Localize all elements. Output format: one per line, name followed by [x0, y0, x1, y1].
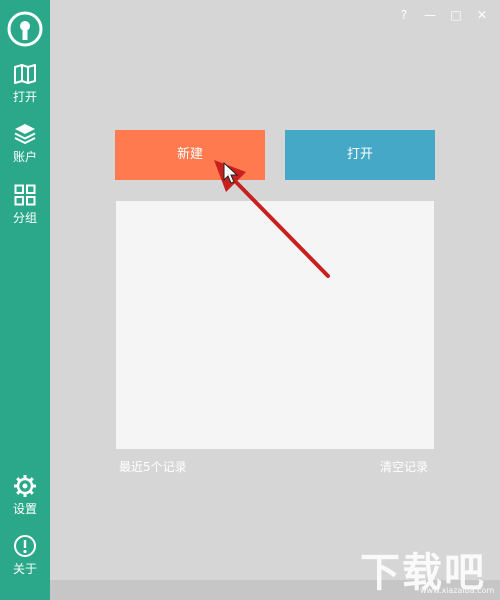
sidebar-item-open[interactable]: 打开: [0, 62, 50, 112]
help-button[interactable]: ?: [396, 6, 412, 24]
main-content: 新建 打开 最近5个记录 清空记录: [50, 30, 500, 580]
sidebar-item-settings[interactable]: 设置: [0, 474, 50, 524]
title-bar: ? — □ ✕: [50, 0, 500, 30]
recent-records-list[interactable]: [116, 201, 434, 449]
app-window: 打开 账户 分组 设置 关于 ? — □ ✕ 新建 打开 最近5个记录 清空记录…: [0, 0, 500, 600]
grid-icon: [14, 184, 36, 206]
clear-records-link[interactable]: 清空记录: [380, 458, 428, 475]
maximize-button[interactable]: □: [448, 6, 464, 24]
layers-icon: [14, 124, 36, 144]
sidebar-item-label: 账户: [12, 150, 37, 164]
watermark-url: www.xiazaiba.com: [420, 586, 495, 595]
gear-icon: [14, 475, 36, 497]
book-icon: [14, 64, 36, 84]
minimize-button[interactable]: —: [422, 6, 438, 24]
sidebar-item-about[interactable]: 关于: [0, 534, 50, 584]
sidebar-item-label: 关于: [12, 562, 37, 576]
sidebar-item-group[interactable]: 分组: [0, 183, 50, 233]
recent-records-label: 最近5个记录: [119, 460, 187, 474]
new-button[interactable]: 新建: [115, 130, 265, 180]
sidebar-item-label: 分组: [12, 211, 37, 225]
open-button[interactable]: 打开: [285, 130, 435, 180]
sidebar-item-label: 打开: [12, 90, 37, 104]
sidebar: 打开 账户 分组 设置 关于: [0, 0, 50, 600]
sidebar-item-account[interactable]: 账户: [0, 122, 50, 172]
info-icon: [14, 535, 36, 557]
sidebar-item-label: 设置: [12, 502, 37, 516]
close-button[interactable]: ✕: [474, 6, 490, 24]
keyhole-icon[interactable]: [7, 11, 43, 47]
watermark-logo: 下载吧 www.xiazaiba.com: [360, 540, 495, 596]
